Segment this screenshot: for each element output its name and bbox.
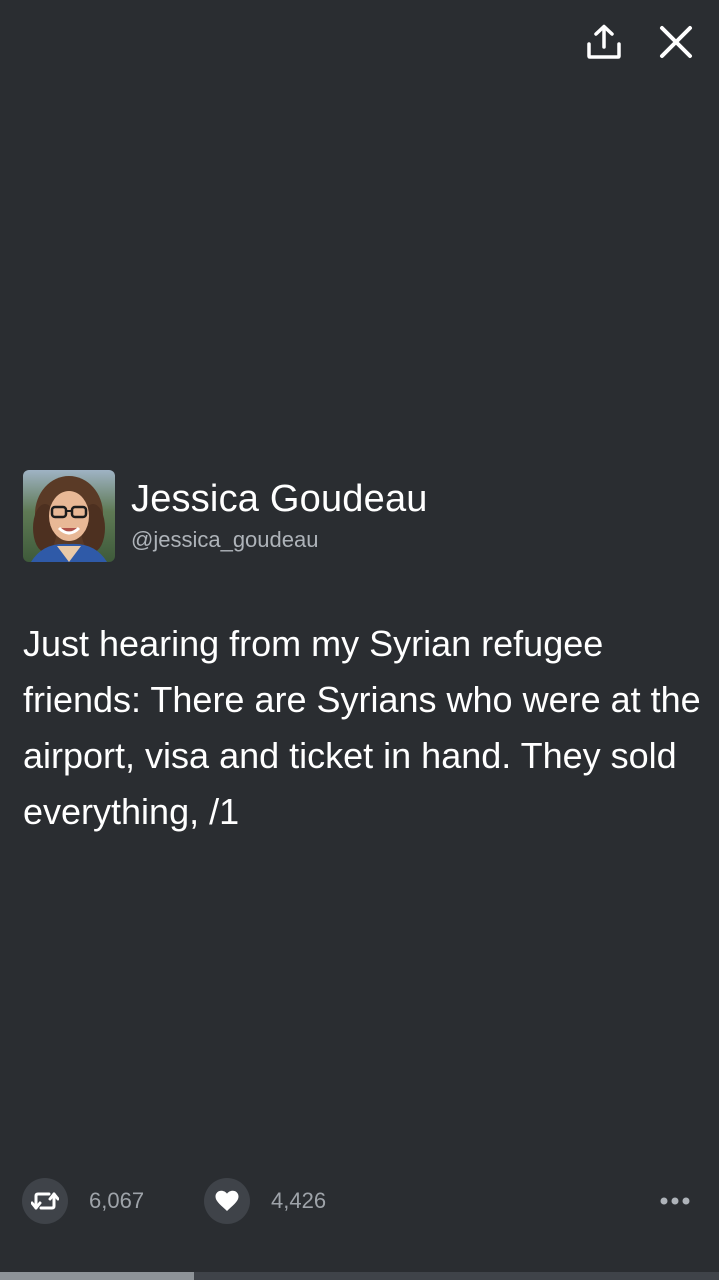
tweet-author[interactable]: Jessica Goudeau @jessica_goudeau (23, 470, 428, 562)
more-options-button[interactable] (656, 1186, 694, 1216)
retweet-icon (31, 1192, 59, 1210)
like-count: 4,426 (271, 1188, 327, 1213)
author-handle[interactable]: @jessica_goudeau (131, 525, 428, 555)
retweet-button[interactable] (22, 1178, 68, 1224)
close-button[interactable] (656, 22, 696, 62)
like-button[interactable] (204, 1178, 250, 1224)
avatar[interactable] (23, 470, 115, 562)
author-display-name[interactable]: Jessica Goudeau (131, 477, 428, 521)
share-upload-icon (587, 24, 621, 59)
avatar-photo (23, 470, 115, 562)
close-icon (660, 26, 692, 58)
tweet-text: Just hearing from my Syrian refugee frie… (23, 623, 701, 832)
retweet-count: 6,067 (89, 1188, 145, 1213)
more-dots-icon (660, 1197, 690, 1205)
progress-fill (0, 1272, 195, 1280)
share-button[interactable] (584, 22, 624, 62)
heart-icon (215, 1190, 239, 1211)
progress-bar (0, 1272, 719, 1280)
tweet-actions-bar: 6,067 4,426 (0, 1178, 719, 1226)
